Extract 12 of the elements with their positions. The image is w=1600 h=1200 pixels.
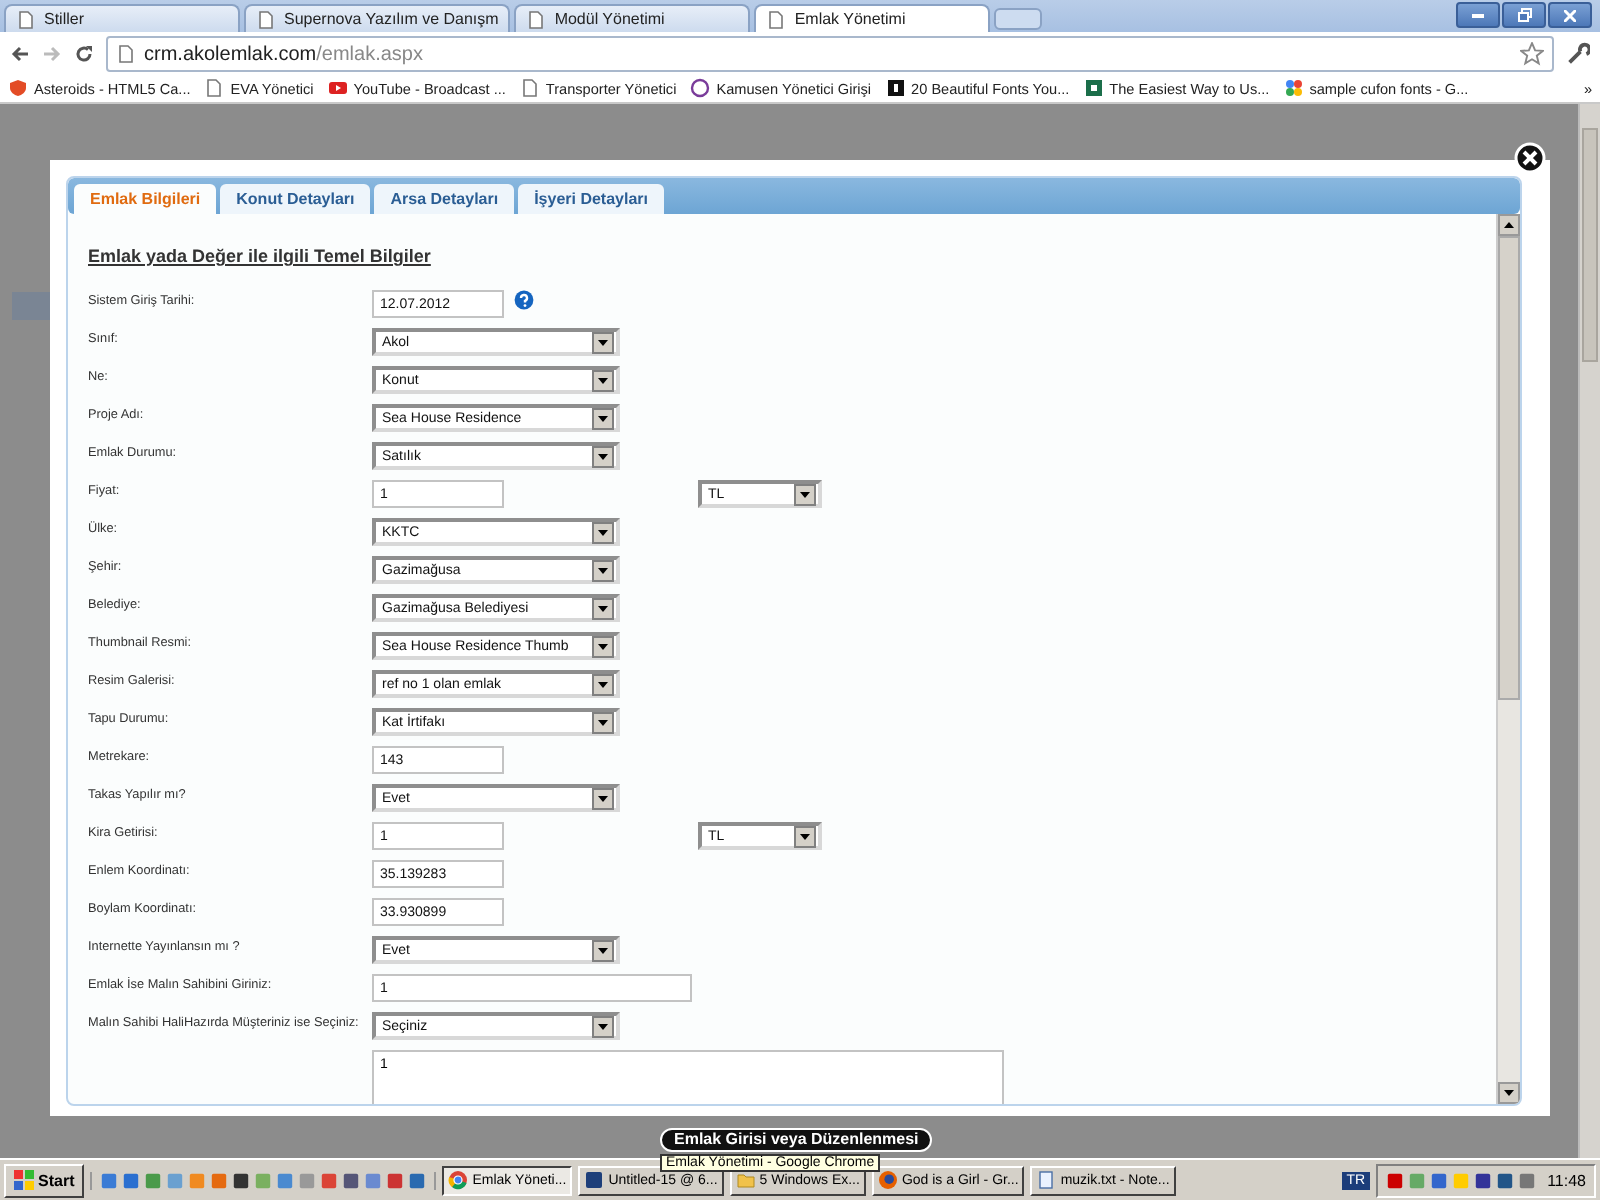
browser-tab[interactable]: Supernova Yazılım ve Danışm: [244, 4, 511, 32]
tab[interactable]: Konut Detayları: [220, 184, 371, 214]
tab[interactable]: İşyeri Detayları: [518, 184, 665, 214]
address-bar[interactable]: crm.akolemlak.com/emlak.aspx: [106, 36, 1554, 72]
tab[interactable]: Arsa Detayları: [374, 184, 515, 214]
clock: 11:48: [1547, 1171, 1586, 1189]
section-heading: Emlak yada Değer ile ilgili Temel Bilgiler: [88, 246, 433, 266]
tooltip: Emlak Girisi veya Düzenlenmesi: [660, 1128, 933, 1152]
browser-tab[interactable]: Emlak Yönetimi: [754, 4, 991, 32]
start-button[interactable]: Start: [4, 1163, 85, 1197]
browser-tab[interactable]: Stiller: [4, 4, 240, 32]
browser-tab[interactable]: Modül Yönetimi: [514, 4, 751, 32]
